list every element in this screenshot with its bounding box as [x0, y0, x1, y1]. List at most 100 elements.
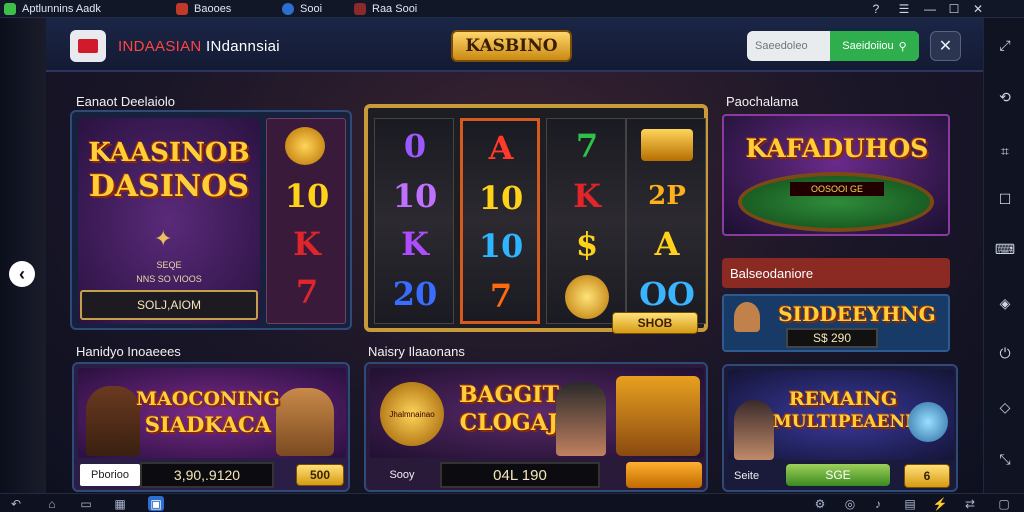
search-icon: ⚲ [898, 40, 907, 53]
panel-title: Eanaot Deelaiolo [76, 94, 176, 109]
tab-label: Aptlunnins Aadk [22, 3, 101, 15]
power-icon[interactable]: ⏻ [996, 344, 1014, 362]
western-label: Pborioo [80, 464, 140, 486]
gold-coins-icon[interactable] [626, 462, 702, 488]
apps-icon[interactable]: ▦ [112, 496, 128, 511]
reel-1: 0 10 K 20 [374, 118, 454, 324]
multiplayer-art: REMAING MULTIPEAENI [728, 370, 954, 460]
featured-casino-panel[interactable]: KAASINOB DASINOS ✦ SEQE NNS SO VIOOS SOL… [70, 110, 352, 330]
maximize-icon[interactable]: ☐ [946, 1, 962, 17]
table-subtitle: Balseodaniore [730, 266, 814, 281]
back-icon[interactable]: ↶ [8, 496, 24, 511]
mini-reel: 10 K 7 [266, 118, 346, 324]
menu-icon[interactable]: ☰ [896, 1, 912, 17]
keyboard-icon[interactable]: ⌨ [995, 240, 1015, 258]
recents-icon[interactable]: ▭ [78, 496, 94, 511]
mafia-headline-2: CLOGAJ [459, 410, 559, 436]
slot-symbol: 10 [478, 179, 524, 217]
tab-app[interactable]: Aptlunnins Aadk [4, 0, 101, 18]
western-slot-panel[interactable]: MAOCONING SIADKACA Pborioo 3,90,.9120 50… [72, 362, 350, 492]
mascot-icon [734, 302, 760, 332]
reel-2: A 10 10 7 [460, 118, 540, 324]
search-button-label: Saeidoiiou [842, 40, 894, 52]
tab-label: Raa Sooi [372, 3, 418, 15]
system-tab-bar: Aptlunnins Aadk Baooes Sooi Raa Sooi ? ☰… [0, 0, 1024, 18]
multi-play-button[interactable]: 6 [904, 464, 950, 488]
shake-icon[interactable]: ◇ [996, 398, 1014, 416]
table-headline: KAFADUHOS [745, 134, 929, 163]
fullscreen-icon[interactable]: ⤢ [996, 36, 1014, 54]
panel-title: Hanidyo Inoaeees [76, 344, 181, 359]
dog-gold-icon [616, 376, 700, 456]
panel-title: Naisry Ilaaonans [368, 344, 465, 359]
slot-symbol: K [293, 225, 321, 263]
tab-icon [282, 3, 294, 15]
western-amount: 3,90,.9120 [140, 462, 274, 488]
western-art: MAOCONING SIADKACA [78, 368, 346, 458]
featured-headline-2: DASINOS [88, 169, 250, 204]
tab-raa-sooi[interactable]: Raa Sooi [354, 0, 417, 18]
slot-symbol: 2P [648, 181, 686, 211]
window-icon[interactable]: ☐ [996, 190, 1014, 208]
table-display: OOSOOI GE [790, 182, 884, 196]
slot-symbol: 0 [403, 127, 427, 165]
mafia-art: Jhalmnainao BAGGIT CLOGAJ [370, 368, 704, 458]
reel-3: 7 K $ [546, 118, 626, 324]
active-app-icon[interactable]: ▣ [148, 496, 164, 511]
expand-icon[interactable]: ⤡ [996, 450, 1014, 468]
close-icon[interactable]: ✕ [930, 31, 961, 61]
display-icon[interactable]: ▤ [902, 496, 918, 511]
multi-label: Seite [734, 470, 760, 482]
settings-icon[interactable]: ⚙ [812, 496, 828, 511]
brand-name: INDAASIAN INdannsiai [118, 38, 280, 55]
collapse-icon[interactable]: ▢ [996, 496, 1012, 511]
tab-sooi[interactable]: Sooi [282, 0, 322, 18]
multi-value-button[interactable]: SGE [786, 464, 890, 486]
gold-coin-icon [565, 275, 609, 319]
home-icon[interactable]: ⌂ [44, 496, 60, 511]
featured-sub-1: SEQE [156, 260, 182, 270]
slot-symbol: 10 [392, 177, 438, 215]
share-icon[interactable]: ⇄ [962, 496, 978, 511]
promo-card[interactable]: SIDDEEYHNG S$ 290 [722, 294, 950, 352]
emulator-sidebar: ⤢ ⟲ ⌗ ☐ ⌨ ◈ ⏻ ◇ ⤡ [983, 18, 1024, 493]
minimize-icon[interactable]: — [922, 1, 938, 17]
search-button[interactable]: Saeidoiiou ⚲ [830, 31, 919, 61]
search-input[interactable] [755, 31, 829, 61]
subtitle-banner: Balseodaniore [722, 258, 950, 288]
slot-symbol: K [573, 177, 601, 215]
volume-icon[interactable]: ♪ [870, 496, 886, 511]
western-headline-2: SIADKACA [144, 412, 272, 437]
left-strip: ‹ [0, 18, 46, 493]
treasure-icon [641, 129, 693, 161]
back-arrow-icon[interactable]: ‹ [9, 261, 35, 287]
slot-machine[interactable]: 0 10 K 20 A 10 10 7 7 K $ 2P A OO SHOB [364, 104, 708, 334]
star-icon: ✦ [154, 226, 173, 251]
roulette-art: KAFADUHOS OOSOOI GE [722, 114, 950, 236]
mafia-slot-panel[interactable]: Jhalmnainao BAGGIT CLOGAJ Sooy 04L 190 [364, 362, 708, 492]
brand-logo-icon[interactable] [70, 30, 106, 62]
slot-symbol: 20 [392, 275, 438, 313]
rotate-icon[interactable]: ⟲ [996, 88, 1014, 106]
location-icon[interactable]: ◈ [996, 294, 1014, 312]
screenshot-icon[interactable]: ⌗ [996, 142, 1014, 160]
slot-symbol: 7 [295, 273, 319, 311]
help-icon[interactable]: ? [868, 1, 884, 17]
tab-baooes[interactable]: Baooes [176, 0, 231, 18]
badge-icon: Jhalmnainao [380, 382, 444, 446]
slot-symbol: 7 [489, 277, 513, 315]
multiplayer-panel[interactable]: REMAING MULTIPEAENI Seite SGE 6 [722, 364, 958, 492]
western-play-button[interactable]: 500 [296, 464, 344, 486]
close-window-icon[interactable]: ✕ [970, 1, 986, 17]
app-icon [4, 3, 16, 15]
mafia-amount: 04L 190 [440, 462, 600, 488]
table-games-panel[interactable]: KAFADUHOS OOSOOI GE Balseodaniore SIDDEE… [720, 112, 956, 352]
center-logo[interactable]: KASBINO [451, 30, 572, 62]
spin-button[interactable]: SHOB [612, 312, 698, 334]
macro-icon[interactable]: ⚡ [932, 496, 948, 511]
search-bar: Saeidoiiou ⚲ [747, 31, 919, 61]
network-icon[interactable]: ◎ [842, 496, 858, 511]
featured-cta-button[interactable]: SOLJ,AIOM [80, 290, 258, 320]
promo-headline: SIDDEEYHNG [778, 302, 936, 326]
panel-title: Paochalama [726, 94, 799, 109]
